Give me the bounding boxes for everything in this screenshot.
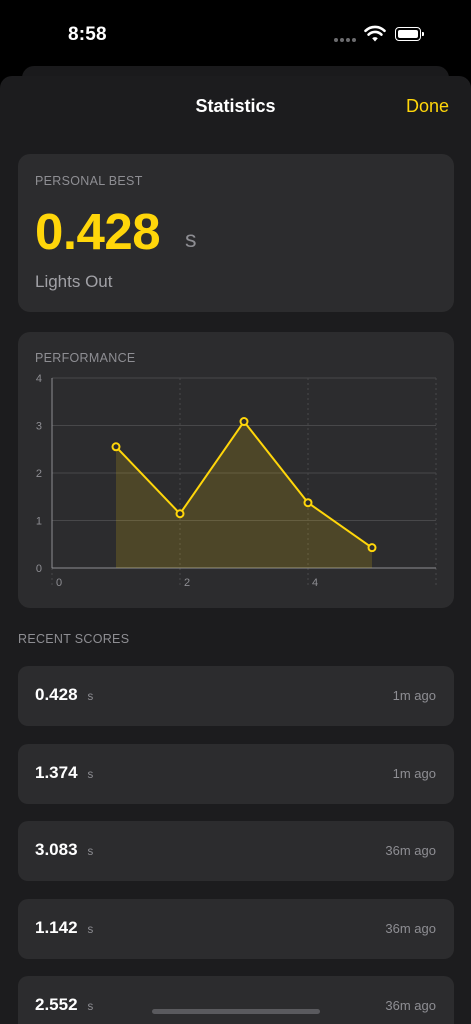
score-value: 3.083 s (35, 840, 93, 860)
status-bar: 8:58 (0, 0, 471, 60)
chart-x-tick-label: 2 (184, 577, 190, 589)
chart-y-tick-label: 4 (36, 373, 42, 385)
cellular-signal-icon (334, 38, 358, 44)
score-value: 1.374 s (35, 763, 93, 783)
performance-card: PERFORMANCE 01234024 (18, 332, 454, 608)
score-number: 3.083 (35, 840, 78, 859)
sheet-title: Statistics (195, 96, 276, 116)
score-value: 1.142 s (35, 918, 93, 938)
personal-best-mode: Lights Out (35, 272, 113, 291)
score-unit: s (87, 923, 94, 936)
score-unit: s (87, 1001, 94, 1013)
score-value: 2.552 s (35, 995, 93, 1015)
score-row[interactable]: 1.142 s 36m ago (18, 898, 454, 959)
score-time: 36m ago (385, 998, 436, 1013)
score-row[interactable]: 2.552 s 36m ago (18, 976, 454, 1024)
score-number: 0.428 (35, 685, 78, 704)
chart-area (116, 421, 372, 568)
score-time: 1m ago (392, 765, 436, 781)
chart-data-point (175, 509, 185, 519)
recent-scores-label: RECENT SCORES (18, 632, 130, 646)
chart-x-tick-label: 0 (56, 577, 62, 589)
score-time: 1m ago (392, 688, 436, 703)
screen: 8:58 Statistics Done PERSONAL BEST 0.428… (0, 0, 471, 1024)
chart-x-tick-label: 4 (312, 577, 318, 589)
score-time: 36m ago (385, 843, 436, 858)
personal-best-label: PERSONAL BEST (35, 174, 143, 188)
status-time: 8:58 (68, 24, 107, 45)
chart-y-tick-label: 1 (36, 516, 42, 528)
chart-y-tick-label: 0 (36, 563, 42, 575)
home-indicator[interactable] (152, 1009, 320, 1014)
score-number: 2.552 (35, 995, 78, 1014)
score-number: 1.374 (35, 762, 78, 782)
score-value: 0.428 s (35, 685, 93, 705)
score-unit: s (87, 768, 94, 781)
chart-y-tick-label: 2 (36, 468, 42, 480)
score-unit: s (87, 846, 94, 858)
performance-chart: 0 1 2 3 4 0 2 4 (36, 373, 437, 589)
chart-data-point (239, 417, 249, 427)
chart-data-point (303, 498, 313, 508)
done-button[interactable]: Done (406, 96, 449, 117)
chart-data-point (111, 442, 121, 452)
score-row[interactable]: 1.374 s 1m ago (18, 743, 454, 804)
score-number: 1.142 (35, 917, 78, 937)
score-row[interactable]: 0.428 s 1m ago (18, 666, 454, 726)
personal-best-unit: s (185, 226, 197, 252)
chart-data-point (367, 543, 377, 553)
personal-best-value: 0.428 (35, 203, 161, 260)
chart-y-tick-label: 3 (36, 421, 42, 433)
score-unit: s (87, 691, 94, 703)
statistics-sheet: Statistics Done PERSONAL BEST 0.428 s Li… (0, 76, 471, 1024)
score-row[interactable]: 3.083 s 36m ago (18, 821, 454, 881)
personal-best-card: PERSONAL BEST 0.428 s Lights Out (18, 154, 454, 312)
score-time: 36m ago (385, 920, 436, 936)
battery-icon (395, 27, 424, 41)
wifi-icon (364, 25, 386, 42)
